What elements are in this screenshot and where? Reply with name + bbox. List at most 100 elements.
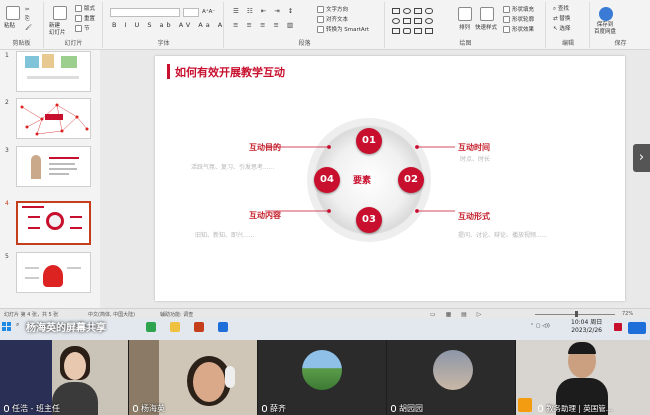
quick-styles-button[interactable]: 快速样式 bbox=[475, 25, 497, 32]
status-bar: 幻灯片 第 4 张，共 5 张 中文(简体, 中国大陆) 辅助功能: 调查 ▭ … bbox=[0, 308, 650, 318]
cursor-icon: ↖ bbox=[553, 26, 558, 32]
participant-name-4: 胡园园 bbox=[391, 403, 423, 414]
language-indicator[interactable]: 中文(简体, 中国大陆) bbox=[88, 311, 135, 318]
baidu-cloud-icon bbox=[599, 7, 613, 21]
font-style-buttons[interactable]: B I U S ab AV Aa A bbox=[112, 22, 225, 29]
zoom-thumb[interactable] bbox=[575, 311, 578, 317]
slide-thumbnail-1[interactable] bbox=[16, 51, 91, 92]
share-indicator-icon[interactable] bbox=[628, 322, 646, 334]
current-slide[interactable]: 如何有效开展教学互动 01 02 03 04 要素 互动目的 活跃气氛、复习、引… bbox=[155, 56, 625, 301]
meeting-app-icon[interactable] bbox=[218, 322, 228, 332]
circle-02: 02 bbox=[398, 167, 424, 193]
paragraph-group: ☰ ☷ ⇤ ⇥ ↕ ≡ ≡ ≡ ≡ ▥ 文字方向 对齐文本 转换为 SmartA… bbox=[225, 2, 385, 48]
smartart-button[interactable]: 转换为 SmartArt bbox=[317, 26, 369, 34]
drawing-group: 排列 快速样式 形状填充 形状轮廓 形状效果 绘图 bbox=[386, 2, 546, 48]
slide-thumbnail-2[interactable] bbox=[16, 98, 91, 139]
item-purpose-desc: 活跃气氛、复习、引发思考...... bbox=[191, 164, 275, 171]
font-name-combo[interactable] bbox=[110, 8, 180, 17]
avatar bbox=[302, 350, 342, 390]
new-slide-icon bbox=[53, 6, 67, 20]
participant-strip: 任浩 - 班主任 杨海英 薛齐 胡园园 教务助理 | 英国管... bbox=[0, 340, 650, 415]
shape-outline-button[interactable]: 形状轮廓 bbox=[503, 16, 534, 24]
format-painter-icon[interactable]: 🖌 bbox=[25, 25, 32, 32]
accessibility-indicator[interactable]: 辅助功能: 调查 bbox=[160, 311, 193, 318]
shape-outline-icon bbox=[503, 16, 510, 23]
participant-tile-2[interactable]: 杨海英 bbox=[129, 340, 257, 415]
select-button[interactable]: ↖ 选择 bbox=[553, 26, 570, 33]
clipboard-group: 粘贴 ✂ ⎘ 🖌 剪贴板 bbox=[0, 2, 44, 48]
thumb-number: 2 bbox=[5, 99, 9, 106]
participant-name-2: 杨海英 bbox=[133, 403, 165, 414]
quick-styles-icon bbox=[480, 7, 494, 21]
shape-fill-button[interactable]: 形状填充 bbox=[503, 6, 534, 14]
shape-fill-icon bbox=[503, 6, 510, 13]
participant-tile-1[interactable]: 任浩 - 班主任 bbox=[0, 340, 128, 415]
section-button[interactable]: 节 bbox=[75, 25, 90, 33]
align-buttons[interactable]: ≡ ≡ ≡ ≡ ▥ bbox=[233, 22, 296, 29]
paste-button[interactable]: 粘贴 bbox=[4, 23, 15, 30]
find-button[interactable]: ⌕ 查找 bbox=[553, 6, 569, 13]
reset-button[interactable]: 重置 bbox=[75, 15, 95, 23]
new-slide-button[interactable]: 新建 幻灯片 bbox=[49, 23, 66, 37]
editing-group: ⌕ 查找 ⇄ 替换 ↖ 选择 编辑 bbox=[547, 2, 590, 48]
circle-01: 01 bbox=[356, 128, 382, 154]
clock-time: 10:04 周日 bbox=[571, 319, 603, 326]
arrange-button[interactable]: 排列 bbox=[459, 25, 470, 32]
slide-thumbnail-3[interactable] bbox=[16, 146, 91, 187]
item-time-title: 互动时间 bbox=[458, 143, 490, 152]
participant-hair bbox=[568, 342, 596, 354]
powerpoint-icon[interactable] bbox=[194, 322, 204, 332]
slide-thumbnail-4[interactable] bbox=[16, 201, 91, 245]
drawing-label: 绘图 bbox=[459, 40, 472, 47]
align-text-button[interactable]: 对齐文本 bbox=[317, 16, 348, 24]
participant-tile-4[interactable]: 胡园园 bbox=[387, 340, 515, 415]
user-icon bbox=[518, 398, 532, 412]
participant-tile-3[interactable]: 薛齐 bbox=[258, 340, 386, 415]
clock[interactable]: 10:04 周日 2023/2/26 bbox=[571, 319, 602, 335]
slide-count: 幻灯片 第 4 张，共 5 张 bbox=[4, 312, 59, 318]
participant-tile-5[interactable]: 教务助理 | 英国管... bbox=[516, 340, 650, 415]
save-to-baidu-button[interactable]: 保存到 百度网盘 bbox=[594, 22, 616, 36]
layout-button[interactable]: 版式 bbox=[75, 5, 95, 13]
smartart-icon bbox=[317, 26, 324, 33]
participant-face bbox=[193, 362, 225, 402]
font-size-combo[interactable] bbox=[183, 8, 199, 17]
notification-icon[interactable] bbox=[614, 323, 622, 331]
slide-thumbnail-5[interactable] bbox=[16, 252, 91, 293]
item-form-desc: 提问、讨论、辩论、播放视频...... bbox=[458, 232, 548, 239]
save-label: 保存 bbox=[614, 40, 627, 47]
replace-button[interactable]: ⇄ 替换 bbox=[553, 16, 570, 23]
mic-icon bbox=[391, 405, 396, 412]
font-group: A⁺A⁻ B I U S ab AV Aa A 字体 bbox=[104, 2, 224, 48]
grow-font-icon[interactable]: A⁺A⁻ bbox=[202, 9, 215, 16]
participant-name-1: 任浩 - 班主任 bbox=[4, 403, 60, 414]
mic-icon bbox=[538, 405, 543, 412]
reset-icon bbox=[75, 15, 82, 22]
slides-group: 新建 幻灯片 版式 重置 节 幻灯片 bbox=[45, 2, 103, 48]
element-diagram bbox=[265, 118, 455, 242]
taskbar-search-icon[interactable]: ⌕ bbox=[16, 321, 19, 329]
windows-start-icon[interactable] bbox=[2, 322, 12, 332]
text-direction-button[interactable]: 文字方向 bbox=[317, 6, 348, 14]
chevron-right-icon[interactable]: › bbox=[633, 144, 650, 172]
cut-icon[interactable]: ✂ bbox=[25, 7, 30, 14]
tray-chevron-icon[interactable]: ⌃ ▢ ◁)) bbox=[530, 323, 550, 329]
app-green-icon[interactable] bbox=[146, 322, 156, 332]
replace-icon: ⇄ bbox=[553, 16, 558, 22]
copy-icon[interactable]: ⎘ bbox=[25, 16, 29, 23]
shape-effects-button[interactable]: 形状效果 bbox=[503, 26, 534, 34]
zoom-level[interactable]: 72% bbox=[622, 311, 633, 317]
arrange-icon bbox=[458, 7, 472, 21]
list-buttons[interactable]: ☰ ☷ ⇤ ⇥ ↕ bbox=[233, 8, 296, 15]
align-text-icon bbox=[317, 16, 324, 23]
thumb-number: 3 bbox=[5, 147, 9, 154]
folder-icon[interactable] bbox=[170, 322, 180, 332]
font-label: 字体 bbox=[157, 40, 170, 47]
headphones bbox=[225, 366, 235, 388]
view-buttons[interactable]: ▭ ▦ ▤ ▷ bbox=[430, 311, 485, 318]
participant-face bbox=[64, 352, 86, 380]
layout-icon bbox=[75, 5, 82, 12]
center-label: 要素 bbox=[353, 176, 372, 186]
avatar bbox=[433, 350, 473, 390]
item-content-title: 互动内容 bbox=[249, 211, 281, 220]
